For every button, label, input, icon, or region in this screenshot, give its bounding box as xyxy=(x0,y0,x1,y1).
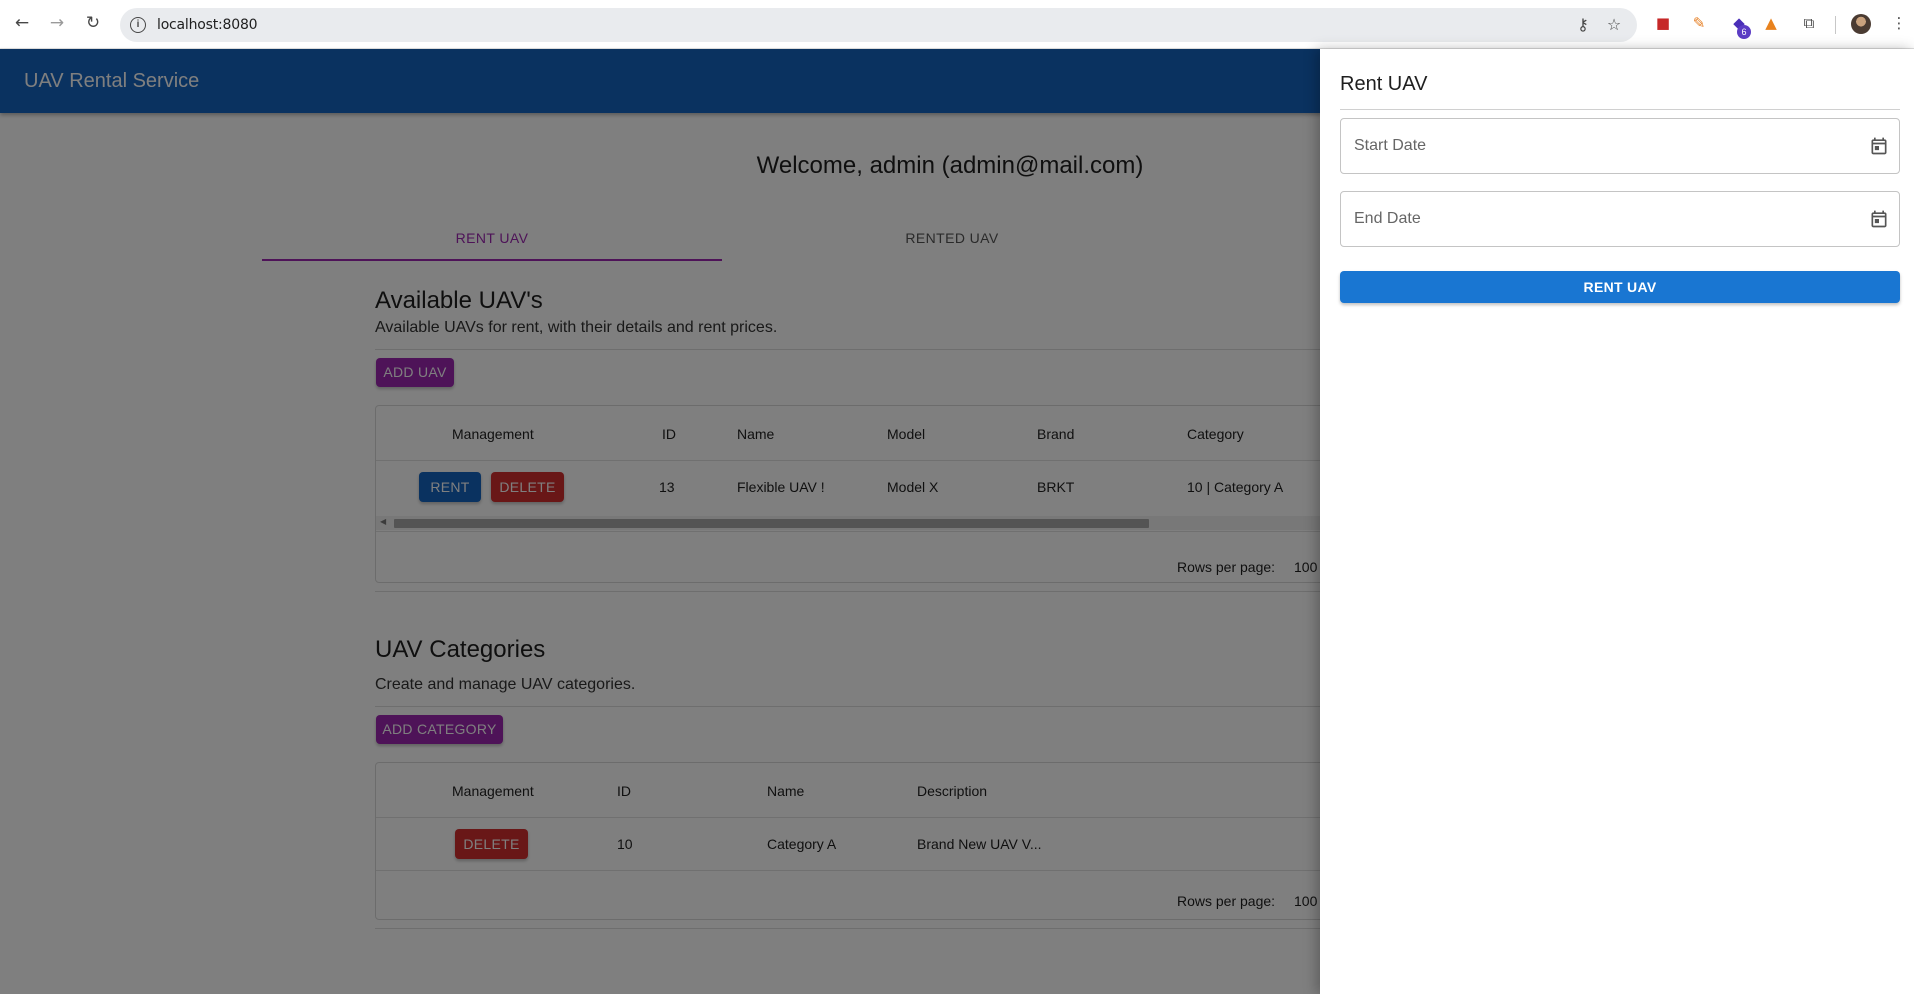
rent-uav-submit-button[interactable]: RENT UAV xyxy=(1340,271,1900,303)
extensions-puzzle-icon[interactable]: ⧉ xyxy=(1798,12,1820,34)
url-text[interactable]: localhost:8080 xyxy=(157,17,258,33)
back-icon[interactable]: ← xyxy=(11,12,33,34)
more-menu-icon[interactable]: ⋮ xyxy=(1888,12,1910,34)
profile-avatar[interactable] xyxy=(1851,14,1871,34)
toolbar-divider xyxy=(1835,16,1836,34)
end-date-field[interactable] xyxy=(1340,191,1900,247)
end-date-input[interactable] xyxy=(1341,192,1899,246)
drawer-title: Rent UAV xyxy=(1340,73,1428,95)
start-date-input[interactable] xyxy=(1341,119,1899,173)
password-key-icon[interactable]: ⚷ xyxy=(1572,14,1594,36)
address-bar[interactable]: i localhost:8080 ⚷ ☆ xyxy=(120,8,1637,42)
extension-count-badge: 6 xyxy=(1737,25,1751,39)
bookmark-star-icon[interactable]: ☆ xyxy=(1603,14,1625,36)
metamask-fox-icon[interactable]: ▲ xyxy=(1760,12,1782,34)
start-date-field[interactable] xyxy=(1340,118,1900,174)
drawer-divider xyxy=(1340,109,1900,110)
calendar-icon[interactable] xyxy=(1869,136,1889,156)
rent-uav-drawer: Rent UAV RENT UAV xyxy=(1320,49,1914,994)
browser-toolbar: ← → ↻ i localhost:8080 ⚷ ☆ ■ ✎ ◆ 6 ▲ ⧉ ⋮ xyxy=(0,0,1914,49)
forward-icon[interactable]: → xyxy=(46,12,68,34)
calendar-icon[interactable] xyxy=(1869,209,1889,229)
reload-icon[interactable]: ↻ xyxy=(82,12,104,34)
extension-red-icon[interactable]: ■ xyxy=(1652,12,1674,34)
extension-pen-icon[interactable]: ✎ xyxy=(1688,12,1710,34)
site-info-icon[interactable]: i xyxy=(130,17,146,33)
